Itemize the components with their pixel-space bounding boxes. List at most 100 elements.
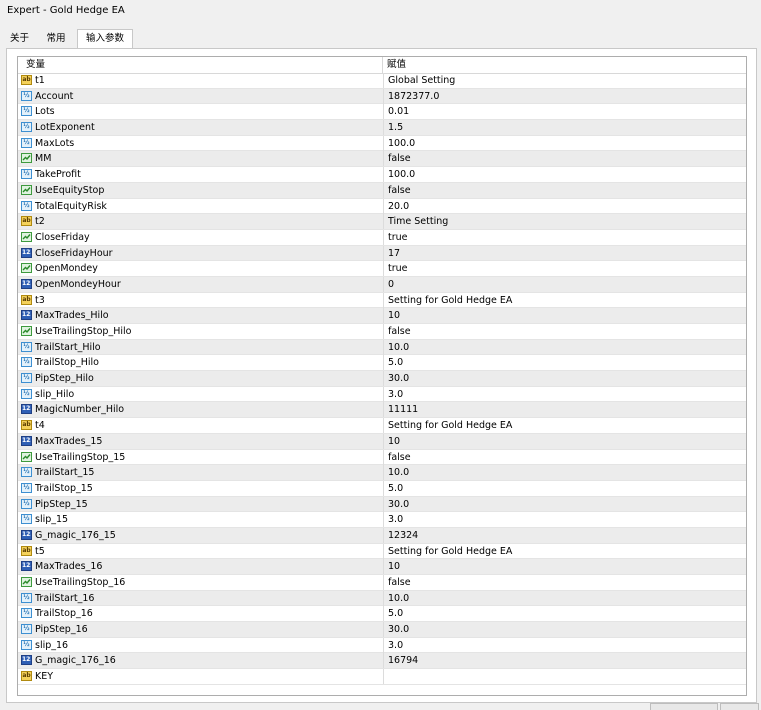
parameter-value[interactable]: 12324	[383, 527, 746, 543]
table-row[interactable]: ab t1 Global Setting	[18, 73, 746, 89]
parameter-value[interactable]	[383, 669, 746, 685]
parameter-value[interactable]: 10	[383, 559, 746, 575]
parameter-value[interactable]: false	[383, 575, 746, 590]
table-row[interactable]: UseTrailingStop_Hilo false	[18, 324, 746, 340]
parameter-name-cell: 123MaxTrades_15	[21, 434, 102, 449]
table-row[interactable]: MM false	[18, 151, 746, 168]
parameter-value[interactable]: Time Setting	[383, 214, 746, 230]
parameter-value[interactable]: 3.0	[383, 386, 746, 402]
column-divider[interactable]	[382, 57, 383, 73]
table-row[interactable]: 123MaxTrades_16 10	[18, 559, 746, 575]
table-row[interactable]: ab t4 Setting for Gold Hedge EA	[18, 418, 746, 434]
table-row[interactable]: 123MagicNumber_Hilo 11111	[18, 402, 746, 419]
parameter-value[interactable]: 10.0	[383, 465, 746, 481]
parameter-value[interactable]: Setting for Gold Hedge EA	[383, 418, 746, 434]
bool-icon	[21, 231, 32, 242]
table-row[interactable]: ½ slip_Hilo 3.0	[18, 386, 746, 403]
table-row[interactable]: CloseFriday true	[18, 229, 746, 246]
parameter-value[interactable]: false	[383, 182, 746, 198]
parameter-value[interactable]: 10	[383, 308, 746, 324]
tab-inputs[interactable]: 输入参数	[77, 29, 133, 48]
parameter-name-cell: CloseFriday	[21, 230, 90, 245]
table-row[interactable]: ab KEY	[18, 669, 746, 685]
table-row[interactable]: OpenMondey true	[18, 261, 746, 277]
parameter-value[interactable]: 0.01	[383, 104, 746, 120]
parameter-value[interactable]: true	[383, 229, 746, 245]
parameter-value[interactable]: 30.0	[383, 371, 746, 387]
parameter-value[interactable]: 3.0	[383, 637, 746, 653]
parameter-value[interactable]: 10.0	[383, 339, 746, 355]
table-row[interactable]: ab t3 Setting for Gold Hedge EA	[18, 292, 746, 309]
table-row[interactable]: 123MaxTrades_15 10	[18, 433, 746, 450]
parameter-value[interactable]: false	[383, 449, 746, 465]
table-row[interactable]: ½ PipStep_15 30.0	[18, 496, 746, 513]
table-row[interactable]: ½ PipStep_Hilo 30.0	[18, 371, 746, 387]
parameter-name-cell: OpenMondey	[21, 261, 98, 276]
parameter-value[interactable]: 3.0	[383, 512, 746, 528]
parameter-value[interactable]: 10	[383, 433, 746, 449]
parameter-value[interactable]: 30.0	[383, 496, 746, 512]
table-row[interactable]: ½ TrailStop_15 5.0	[18, 480, 746, 497]
table-row[interactable]: ½ slip_15 3.0	[18, 512, 746, 528]
table-row[interactable]: ½ TotalEquityRisk 20.0	[18, 198, 746, 215]
table-row[interactable]: ½ TrailStart_Hilo 10.0	[18, 339, 746, 356]
table-row[interactable]: ½ TrailStart_16 10.0	[18, 590, 746, 607]
table-row[interactable]: UseTrailingStop_16 false	[18, 575, 746, 591]
table-row[interactable]: ½ Lots 0.01	[18, 104, 746, 121]
parameter-value[interactable]: 17	[383, 245, 746, 261]
table-row[interactable]: ½ TrailStart_15 10.0	[18, 465, 746, 481]
tab-about[interactable]: 关于	[6, 30, 33, 47]
parameter-value[interactable]: Setting for Gold Hedge EA	[383, 543, 746, 559]
double-icon: ½	[21, 341, 32, 352]
table-row[interactable]: UseTrailingStop_15 false	[18, 449, 746, 466]
table-row[interactable]: ½ LotExponent 1.5	[18, 120, 746, 136]
double-icon: ½	[21, 90, 32, 101]
parameter-value[interactable]: 30.0	[383, 622, 746, 638]
table-row[interactable]: 123MaxTrades_Hilo 10	[18, 308, 746, 324]
parameter-value[interactable]: 20.0	[383, 198, 746, 214]
parameter-value[interactable]: 100.0	[383, 167, 746, 183]
double-icon: ½	[21, 122, 32, 133]
table-row[interactable]: ab t5 Setting for Gold Hedge EA	[18, 543, 746, 560]
parameter-value[interactable]: 5.0	[383, 355, 746, 371]
double-icon: ½	[21, 357, 32, 368]
table-row[interactable]: ½ Account 1872377.0	[18, 88, 746, 105]
parameter-name-cell: 123MagicNumber_Hilo	[21, 402, 124, 417]
parameter-value[interactable]: 10.0	[383, 590, 746, 606]
table-row[interactable]: ½ MaxLots 100.0	[18, 135, 746, 152]
parameter-value[interactable]: false	[383, 324, 746, 339]
table-row[interactable]: ab t2 Time Setting	[18, 214, 746, 230]
parameter-value[interactable]: false	[383, 151, 746, 167]
parameter-value[interactable]: Global Setting	[383, 73, 746, 88]
parameter-name: LotExponent	[35, 122, 95, 134]
table-row[interactable]: ½ slip_16 3.0	[18, 637, 746, 654]
parameter-value[interactable]: 5.0	[383, 606, 746, 622]
parameter-value[interactable]: true	[383, 261, 746, 277]
parameter-value[interactable]: Setting for Gold Hedge EA	[383, 292, 746, 308]
int-icon: 123	[21, 310, 32, 321]
table-row[interactable]: ½ TakeProfit 100.0	[18, 167, 746, 183]
parameter-value[interactable]: 0	[383, 276, 746, 292]
table-row[interactable]: 123G_magic_176_15 12324	[18, 527, 746, 544]
table-row[interactable]: ½ TrailStop_Hilo 5.0	[18, 355, 746, 372]
table-row[interactable]: UseEquityStop false	[18, 182, 746, 199]
parameter-name-cell: ½ PipStep_Hilo	[21, 371, 94, 386]
table-row[interactable]: 123OpenMondeyHour 0	[18, 276, 746, 293]
table-row[interactable]: ½ PipStep_16 30.0	[18, 622, 746, 638]
table-row[interactable]: ½ TrailStop_16 5.0	[18, 606, 746, 623]
parameter-value[interactable]: 1.5	[383, 120, 746, 136]
parameter-name: G_magic_176_15	[35, 529, 116, 541]
parameter-value[interactable]: 16794	[383, 653, 746, 669]
parameter-value[interactable]: 11111	[383, 402, 746, 418]
parameter-name: MaxTrades_16	[35, 561, 103, 573]
tab-common[interactable]: 常用	[39, 30, 73, 47]
parameter-value[interactable]: 100.0	[383, 135, 746, 151]
parameter-value[interactable]: 5.0	[383, 480, 746, 496]
string-icon: ab	[21, 75, 32, 85]
parameter-name-cell: ½ PipStep_15	[21, 497, 88, 512]
table-row[interactable]: 123CloseFridayHour 17	[18, 245, 746, 262]
column-header-value[interactable]: 赋值	[387, 57, 406, 73]
column-header-variable[interactable]: 变量	[26, 57, 45, 73]
table-row[interactable]: 123G_magic_176_16 16794	[18, 653, 746, 670]
parameter-value[interactable]: 1872377.0	[383, 88, 746, 104]
